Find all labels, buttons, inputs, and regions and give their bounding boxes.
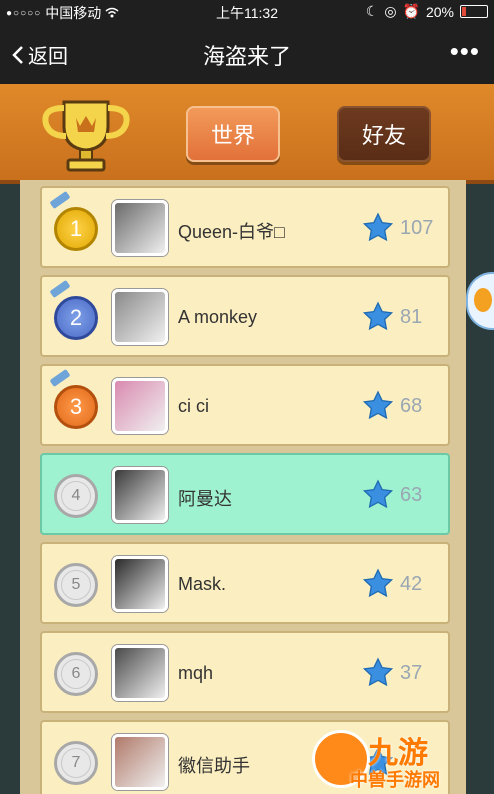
leaderboard-row[interactable]: 2 A monkey 81 — [40, 275, 450, 357]
watermark-logo: 九游 中兽手游网 — [310, 726, 490, 790]
rank-badge: 1 — [54, 207, 98, 251]
medal-ribbon-icon — [49, 279, 71, 299]
avatar — [112, 200, 168, 256]
player-name: mqh — [178, 663, 214, 683]
rank-badge: 6 — [54, 652, 98, 696]
player-name: 徽信助手 — [178, 756, 250, 776]
star-icon — [362, 568, 394, 598]
star-icon — [362, 479, 394, 509]
status-bar: ●○○○○ 中国移动 上午11:32 ☾ ◎ ⏰ 20% — [0, 0, 494, 22]
rank-badge: 4 — [54, 474, 98, 518]
leaderboard-row[interactable]: 4 阿曼达 63 — [40, 453, 450, 535]
trophy-icon — [42, 100, 130, 172]
player-name: ci ci — [178, 396, 209, 416]
score: 63 — [362, 479, 422, 511]
rank-badge: 7 — [54, 741, 98, 785]
page-title: 海盗来了 — [202, 44, 291, 69]
leaderboard-row[interactable]: 3 ci ci 68 — [40, 364, 450, 446]
battery-icon — [460, 5, 488, 18]
avatar — [112, 289, 168, 345]
tab-world[interactable]: 世界 — [186, 106, 280, 162]
score: 68 — [362, 390, 422, 422]
score: 37 — [362, 657, 422, 689]
alarm-icon: ⏰ — [402, 3, 420, 19]
more-menu-button[interactable]: ••• — [450, 36, 480, 67]
star-icon — [362, 657, 394, 687]
score-value: 107 — [400, 216, 434, 239]
avatar — [112, 734, 168, 790]
score-value: 37 — [400, 661, 423, 684]
avatar — [112, 378, 168, 434]
player-name: A monkey — [178, 307, 258, 327]
lock-rotation-icon: ◎ — [384, 3, 397, 19]
rank-badge: 2 — [54, 296, 98, 340]
star-icon — [362, 212, 394, 242]
star-icon — [362, 390, 394, 420]
medal-ribbon-icon — [49, 368, 71, 388]
floating-helper-button[interactable] — [466, 272, 494, 330]
player-name: Mask. — [178, 574, 227, 594]
player-name: Queen-白爷□ — [178, 222, 285, 242]
avatar — [112, 467, 168, 523]
leaderboard-row[interactable]: 6 mqh 37 — [40, 631, 450, 713]
nav-bar: 返回 海盗来了 ••• — [0, 22, 494, 84]
avatar — [112, 645, 168, 701]
score: 42 — [362, 568, 422, 600]
leaderboard-list[interactable]: 1 Queen-白爷□ 107 2 A monkey 81 3 ci ci 68 4 阿曼达 63 5 M… — [20, 180, 466, 794]
score-value: 81 — [400, 305, 423, 328]
watermark-small: 中兽手游网 — [350, 770, 440, 790]
score-value: 68 — [400, 394, 423, 417]
moon-icon: ☾ — [365, 3, 379, 19]
avatar — [112, 556, 168, 612]
score: 81 — [362, 301, 422, 333]
score: 107 — [362, 212, 433, 244]
star-icon — [362, 301, 394, 331]
medal-ribbon-icon — [49, 190, 71, 210]
leaderboard-row[interactable]: 5 Mask. 42 — [40, 542, 450, 624]
rank-badge: 3 — [54, 385, 98, 429]
rank-badge: 5 — [54, 563, 98, 607]
score-value: 42 — [400, 572, 423, 595]
leaderboard-row[interactable]: 1 Queen-白爷□ 107 — [40, 186, 450, 268]
score-value: 63 — [400, 483, 423, 506]
battery-percent: 20% — [425, 3, 454, 20]
game-header: 世界 好友 — [0, 84, 494, 184]
tab-friends[interactable]: 好友 — [337, 106, 431, 162]
player-name: 阿曼达 — [178, 489, 232, 509]
